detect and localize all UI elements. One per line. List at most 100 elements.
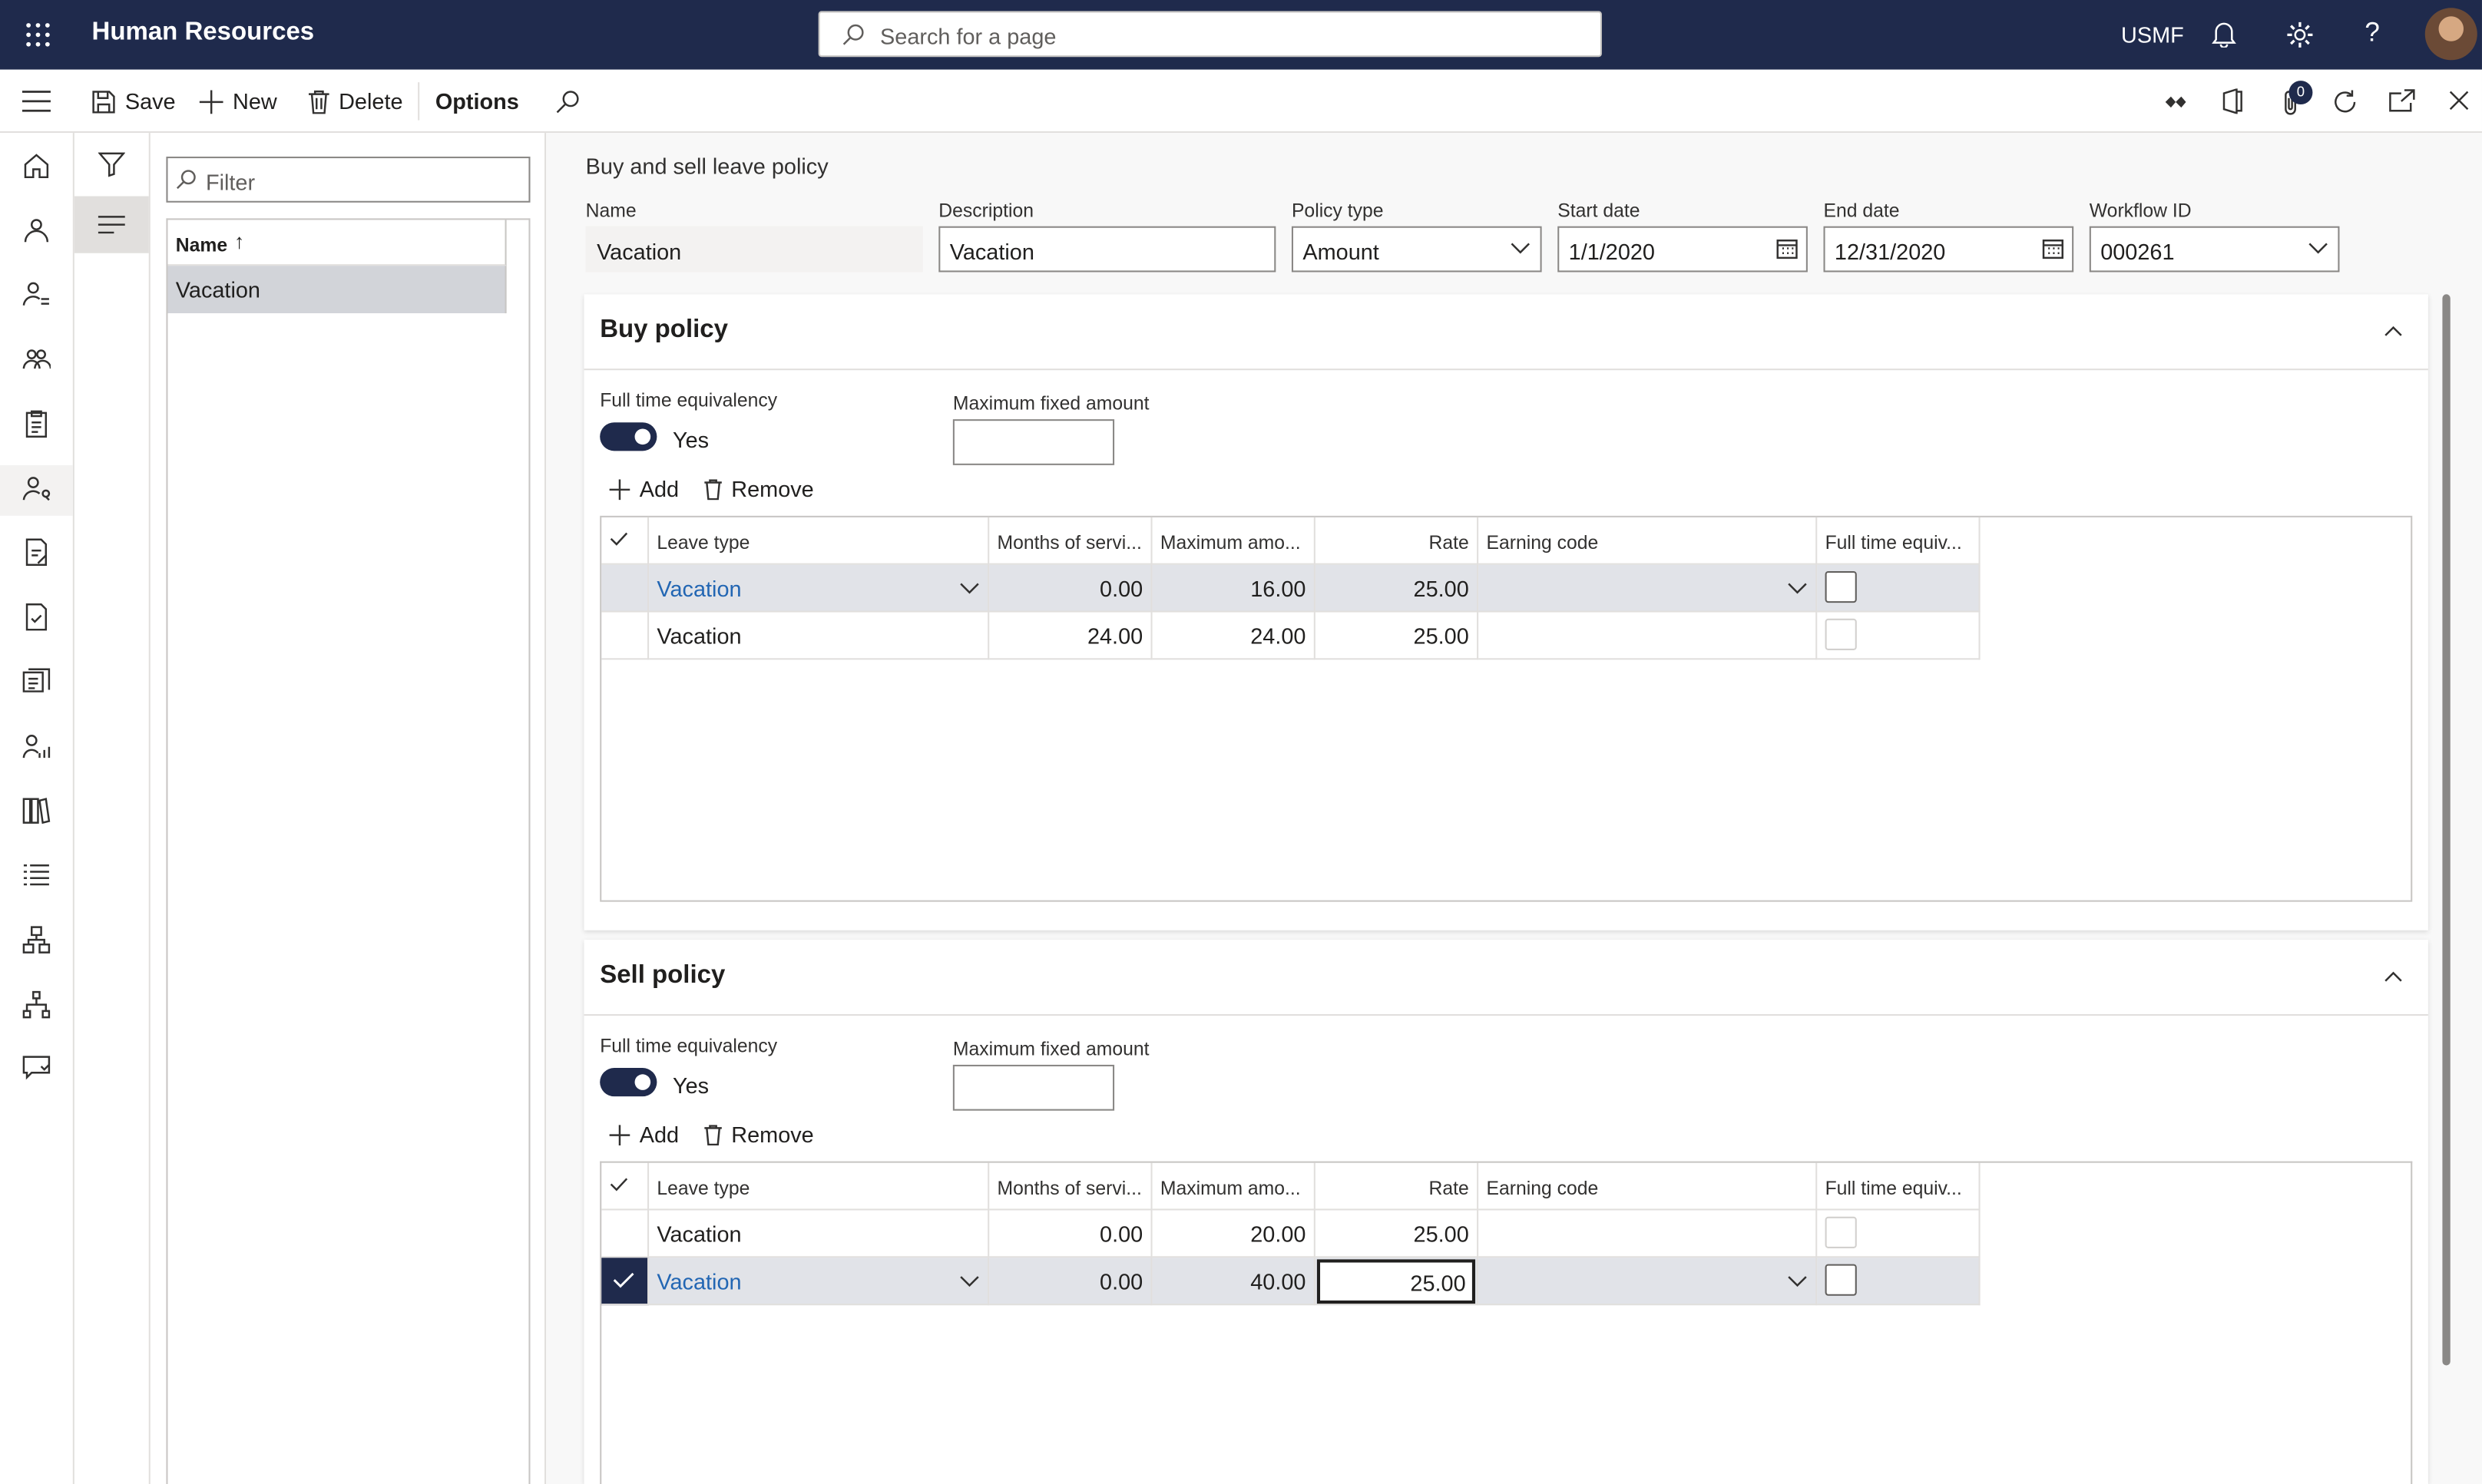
filter-input[interactable]: Filter: [166, 157, 531, 203]
people-chart-icon[interactable]: [22, 732, 51, 761]
document-check-icon[interactable]: [22, 603, 51, 631]
open-new-window-icon[interactable]: [2388, 88, 2415, 112]
sell-row-2-earning-code[interactable]: [1478, 1258, 1818, 1306]
new-button[interactable]: New: [199, 88, 277, 114]
col-leave-type[interactable]: Leave type: [649, 517, 990, 565]
sell-row-1-max[interactable]: 20.00: [1152, 1210, 1315, 1258]
col-earning-code[interactable]: Earning code: [1478, 1162, 1818, 1211]
sell-fte-toggle[interactable]: [600, 1068, 657, 1097]
app-launcher-icon[interactable]: [25, 22, 51, 48]
close-icon[interactable]: [2449, 90, 2470, 111]
collapse-chevron-up-icon[interactable]: [2384, 971, 2403, 982]
buy-row-1-max[interactable]: 16.00: [1152, 564, 1315, 613]
refresh-icon[interactable]: [2331, 88, 2358, 115]
row-selector[interactable]: [601, 612, 650, 660]
sell-remove-button[interactable]: Remove: [704, 1122, 814, 1147]
reports-icon[interactable]: [22, 668, 51, 696]
buy-row-2-max[interactable]: 24.00: [1152, 612, 1315, 660]
calendar-icon[interactable]: [2042, 239, 2064, 259]
calendar-icon[interactable]: [1776, 239, 1799, 259]
hierarchy-icon[interactable]: [22, 990, 51, 1019]
col-rate[interactable]: Rate: [1315, 1162, 1479, 1211]
recent-icon[interactable]: [22, 280, 51, 309]
buy-row-2-earning-code[interactable]: [1478, 612, 1818, 660]
select-all-checkmark[interactable]: [601, 517, 650, 565]
power-apps-icon[interactable]: [2164, 92, 2188, 113]
chat-shield-icon[interactable]: [22, 1053, 51, 1082]
buy-max-fixed-input[interactable]: [952, 419, 1115, 465]
col-rate[interactable]: Rate: [1315, 517, 1479, 565]
office-icon[interactable]: [2222, 88, 2243, 114]
buy-row-2-leave-type[interactable]: Vacation: [649, 612, 990, 660]
sell-add-button[interactable]: Add: [609, 1122, 679, 1147]
row-selector[interactable]: [601, 1210, 650, 1258]
workspaces-icon[interactable]: [22, 345, 51, 373]
buy-row-1-earning-code[interactable]: [1478, 564, 1818, 613]
col-leave-type[interactable]: Leave type: [649, 1162, 990, 1211]
org-edit-icon[interactable]: [22, 926, 51, 954]
hamburger-menu-icon[interactable]: [22, 90, 51, 112]
end-date-field[interactable]: 12/31/2020: [1823, 226, 2074, 273]
col-maximum-amount[interactable]: Maximum amo...: [1152, 517, 1315, 565]
description-field[interactable]: Vacation: [938, 226, 1276, 273]
start-date-field[interactable]: 1/1/2020: [1557, 226, 1808, 273]
buy-row-2-fte-checkbox[interactable]: [1825, 618, 1857, 650]
collapse-chevron-up-icon[interactable]: [2384, 326, 2403, 337]
clipboard-icon[interactable]: [22, 410, 51, 438]
list-item[interactable]: Vacation: [167, 266, 507, 314]
sell-row-2-rate-input[interactable]: 25.00: [1316, 1259, 1476, 1304]
row-selector[interactable]: [601, 564, 650, 613]
list-header[interactable]: Name ↑: [167, 220, 507, 266]
library-icon[interactable]: [22, 796, 51, 825]
policy-type-select[interactable]: Amount: [1291, 226, 1542, 273]
options-tab[interactable]: Options: [435, 88, 519, 114]
filter-icon[interactable]: [98, 152, 125, 177]
user-avatar[interactable]: [2424, 8, 2477, 61]
sell-policy-title[interactable]: Sell policy: [600, 962, 725, 990]
col-earning-code[interactable]: Earning code: [1478, 517, 1818, 565]
sell-row-1-months[interactable]: 0.00: [989, 1210, 1153, 1258]
buy-row-1-leave-type[interactable]: Vacation: [649, 564, 990, 613]
buy-row-2-months[interactable]: 24.00: [989, 612, 1153, 660]
home-icon[interactable]: [22, 152, 51, 180]
help-icon[interactable]: ?: [2365, 18, 2380, 49]
buy-policy-title[interactable]: Buy policy: [600, 316, 728, 345]
sell-row-1-leave-type[interactable]: Vacation: [649, 1210, 990, 1258]
person-search-icon[interactable]: [22, 474, 51, 503]
col-full-time-equivalency[interactable]: Full time equiv...: [1817, 517, 1981, 565]
favorites-icon[interactable]: [22, 215, 51, 243]
delete-button[interactable]: Delete: [308, 88, 403, 114]
buy-fte-toggle[interactable]: [600, 422, 657, 451]
save-button[interactable]: Save: [92, 88, 176, 114]
show-list-icon[interactable]: [98, 215, 125, 234]
sell-row-1-fte-checkbox[interactable]: [1825, 1216, 1857, 1248]
sell-row-2-months[interactable]: 0.00: [989, 1258, 1153, 1306]
col-maximum-amount[interactable]: Maximum amo...: [1152, 1162, 1315, 1211]
search-box[interactable]: Search for a page: [818, 11, 1602, 58]
sell-row-2-leave-type[interactable]: Vacation: [649, 1258, 990, 1306]
workflow-id-select[interactable]: 000261: [2089, 226, 2340, 273]
buy-row-1-months[interactable]: 0.00: [989, 564, 1153, 613]
buy-add-button[interactable]: Add: [609, 476, 679, 501]
settings-gear-icon[interactable]: [2285, 21, 2314, 49]
buy-row-1-fte-checkbox[interactable]: [1825, 570, 1857, 603]
row-selector-checked[interactable]: [601, 1258, 650, 1306]
buy-remove-button[interactable]: Remove: [704, 476, 814, 501]
col-months-of-service[interactable]: Months of servi...: [989, 517, 1153, 565]
list-icon[interactable]: [22, 861, 51, 889]
sell-row-1-earning-code[interactable]: [1478, 1210, 1818, 1258]
buy-row-1-rate[interactable]: 25.00: [1315, 564, 1479, 613]
sell-row-2-fte-checkbox[interactable]: [1825, 1264, 1857, 1296]
col-months-of-service[interactable]: Months of servi...: [989, 1162, 1153, 1211]
select-all-checkmark[interactable]: [601, 1162, 650, 1211]
vertical-scrollbar[interactable]: [2442, 294, 2451, 1366]
company-picker[interactable]: USMF: [2121, 22, 2184, 48]
notifications-icon[interactable]: [2211, 21, 2236, 48]
sell-row-2-max[interactable]: 40.00: [1152, 1258, 1315, 1306]
col-full-time-equivalency[interactable]: Full time equiv...: [1817, 1162, 1981, 1211]
document-edit-icon[interactable]: [22, 538, 51, 567]
sell-max-fixed-input[interactable]: [952, 1064, 1115, 1111]
buy-row-2-rate[interactable]: 25.00: [1315, 612, 1479, 660]
sell-row-1-rate[interactable]: 25.00: [1315, 1210, 1479, 1258]
find-icon[interactable]: [555, 90, 579, 114]
